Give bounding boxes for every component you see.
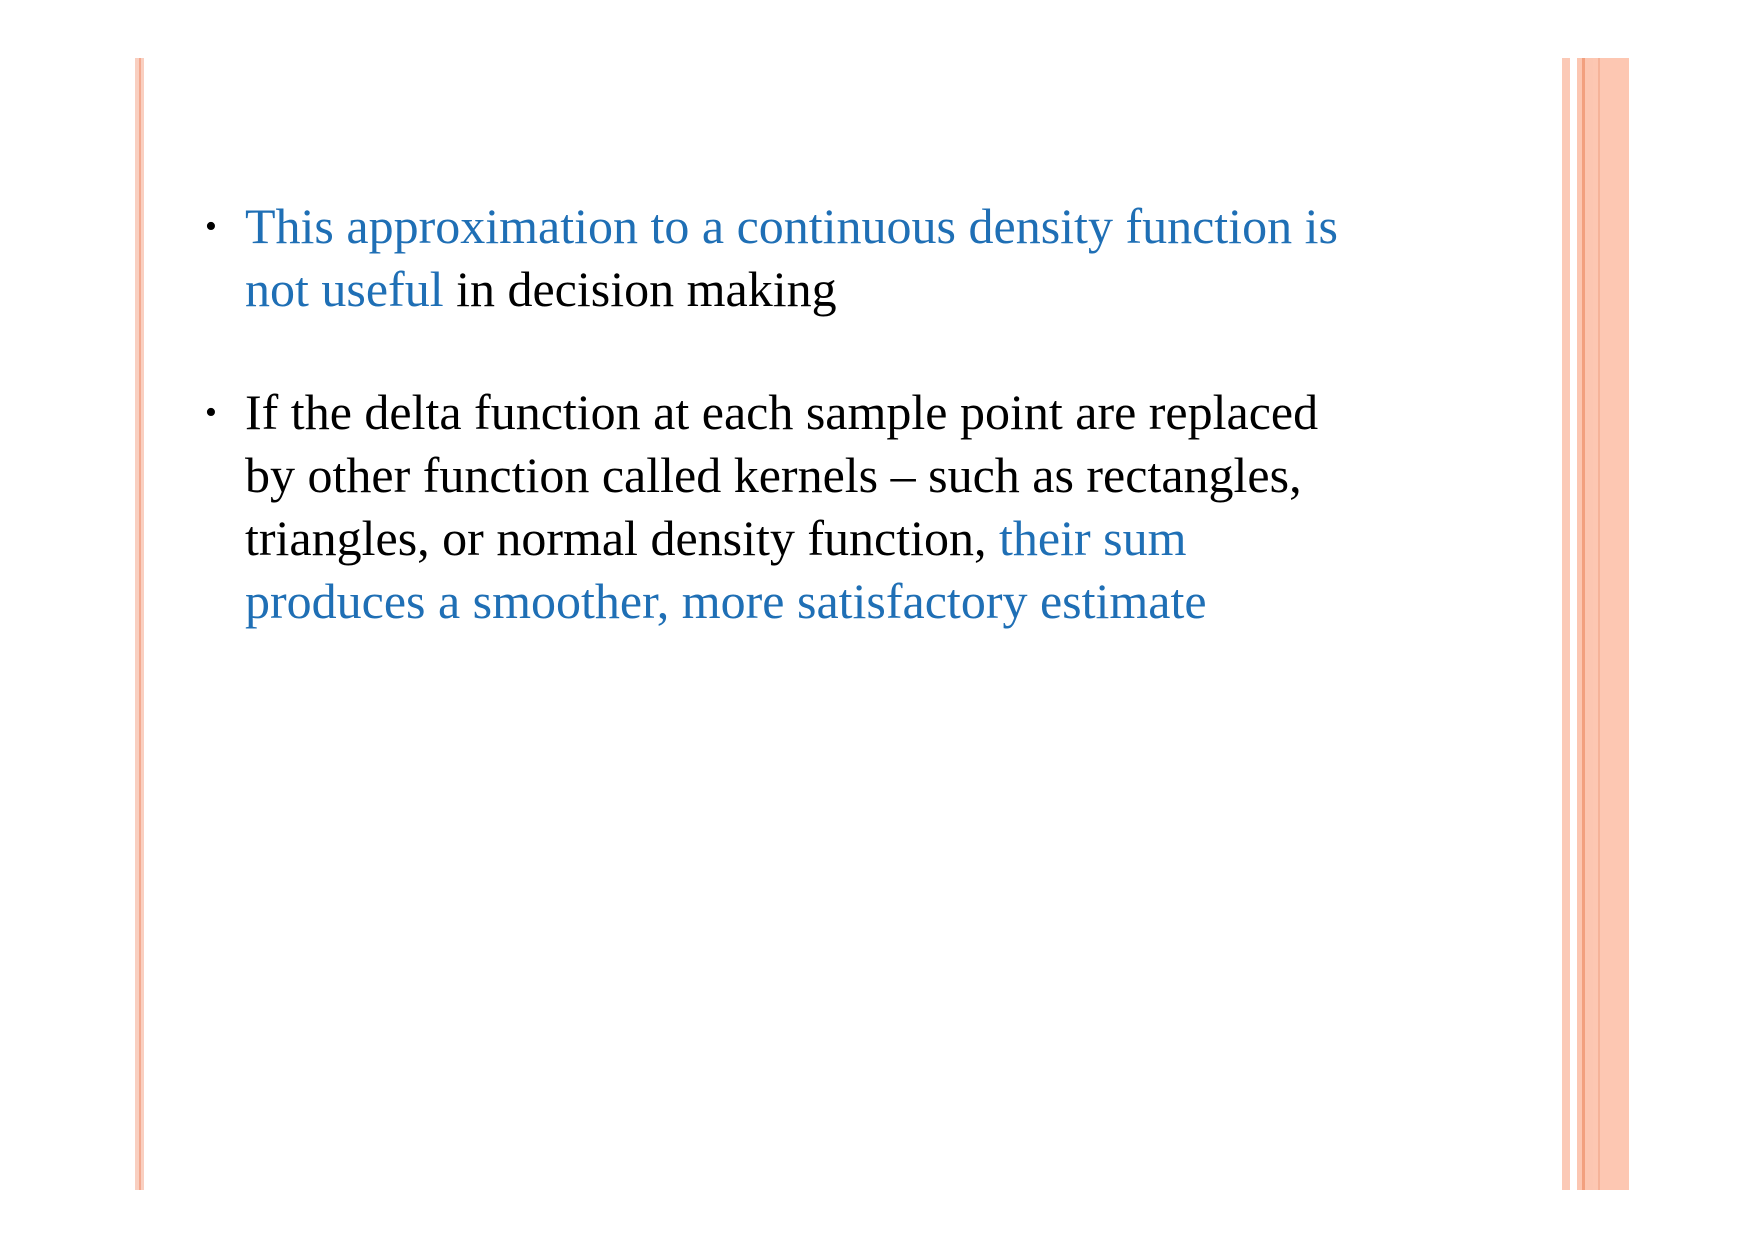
slide-body: • This approximation to a continuous den… [205, 195, 1565, 693]
bullet-line: not useful in decision making [245, 258, 1565, 321]
highlighted-text: This approximation to a continuous densi… [245, 198, 1338, 254]
right-border-line [1582, 58, 1585, 1190]
highlighted-text: their sum [999, 510, 1187, 566]
bullet-icon: • [205, 208, 217, 245]
bullet-line: If the delta function at each sample poi… [245, 381, 1565, 444]
bullet-item-approximation: • This approximation to a continuous den… [205, 195, 1565, 321]
bullet-line: This approximation to a continuous densi… [245, 195, 1565, 258]
body-text: in decision making [443, 261, 837, 317]
bullet-line: produces a smoother, more satisfactory e… [245, 570, 1565, 633]
body-text: by other function called kernels – such … [245, 447, 1302, 503]
slide: • This approximation to a continuous den… [0, 0, 1755, 1241]
left-border-line [139, 58, 141, 1190]
highlighted-text: produces a smoother, more satisfactory e… [245, 573, 1207, 629]
right-border-line [1598, 58, 1600, 1190]
bullet-item-kernels: • If the delta function at each sample p… [205, 381, 1565, 633]
body-text: triangles, or normal density function, [245, 510, 1000, 566]
right-border-stripe [1577, 58, 1593, 1190]
bullet-line: by other function called kernels – such … [245, 444, 1565, 507]
bullet-icon: • [205, 394, 217, 431]
bullet-line: triangles, or normal density function, t… [245, 507, 1565, 570]
body-text: If the delta function at each sample poi… [245, 384, 1319, 440]
highlighted-text: not useful [245, 261, 444, 317]
